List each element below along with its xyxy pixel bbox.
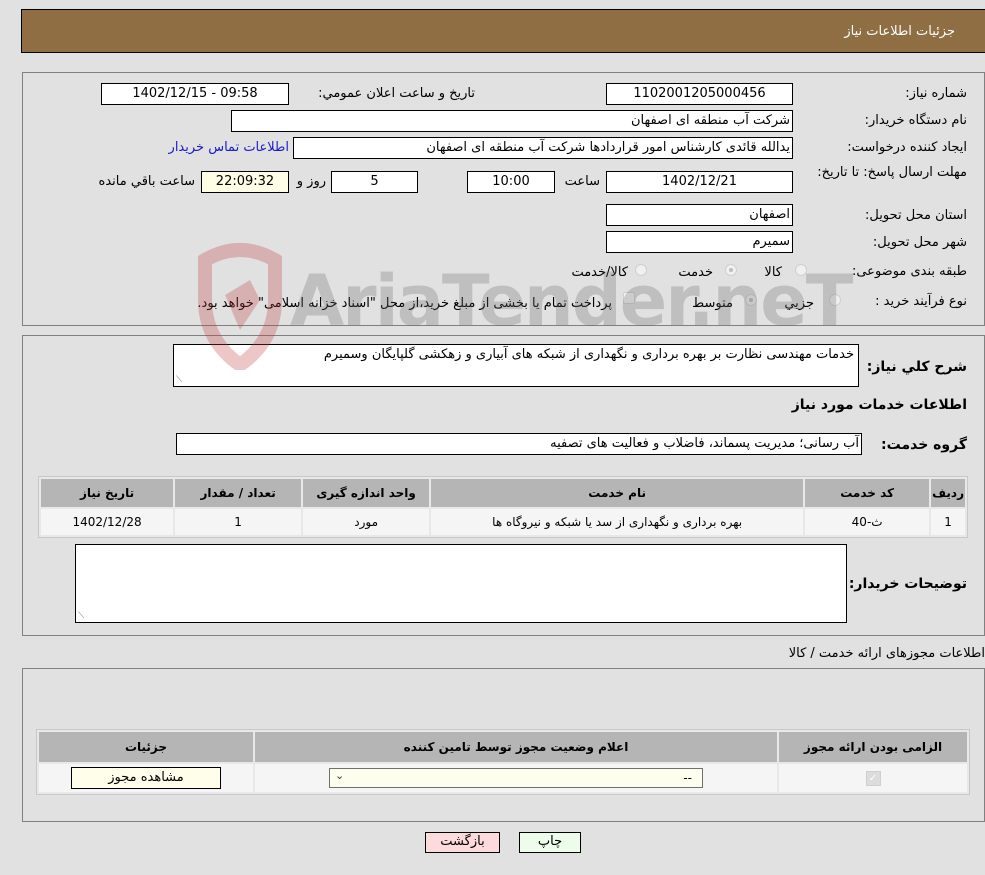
category-option-service: خدمت <box>678 265 713 280</box>
buyer-org-field: شرکت آب منطقه ای اصفهان <box>231 110 793 132</box>
col-unit: واحد اندازه گیری <box>303 479 430 507</box>
resize-grip-icon[interactable]: ⟋ <box>78 611 84 621</box>
process-label: نوع فرآیند خرید : <box>875 294 967 309</box>
need-number-label: شماره نیاز: <box>905 86 967 101</box>
view-permit-button[interactable]: مشاهده مجوز <box>71 767 221 789</box>
table-row: 1 ث-40 بهره برداری و نگهداری از سد یا شب… <box>41 509 965 535</box>
cell-unit: مورد <box>303 509 430 535</box>
time-label: ساعت <box>564 174 600 189</box>
page-title: جزئیات اطلاعات نیاز <box>844 24 955 39</box>
cell-permit-required: ✓ <box>779 764 967 792</box>
cell-quantity: 1 <box>175 509 302 535</box>
cell-permit-status: ⌄ -- <box>255 764 777 792</box>
deadline-time-field: 10:00 <box>467 171 555 193</box>
permit-required-checkbox: ✓ <box>865 771 881 786</box>
col-need-date: تاریخ نیاز <box>41 479 174 507</box>
remaining-time-label: ساعت باقي مانده <box>98 174 195 189</box>
need-number-field: 1102001205000456 <box>606 83 793 105</box>
services-table-header: ردیف کد خدمت نام خدمت واحد اندازه گیری ت… <box>41 479 965 507</box>
category-option-goods-service: کالا/خدمت <box>571 265 628 280</box>
services-heading: اطلاعات خدمات مورد نیاز <box>791 397 967 413</box>
deadline-label: مهلت ارسال پاسخ: تا تاریخ: <box>817 165 967 180</box>
requester-field: یدالله قائدی کارشناس امور قراردادها شرکت… <box>293 137 793 159</box>
category-option-goods: کالا <box>764 265 782 280</box>
category-radio-goods[interactable] <box>795 264 807 276</box>
permits-title: اطلاعات مجوزهای ارائه خدمت / کالا <box>788 646 985 661</box>
permit-status-select[interactable]: ⌄ -- <box>329 768 703 788</box>
service-group-field: آب رسانی؛ مدیریت پسماند، فاضلاب و فعالیت… <box>176 433 862 455</box>
category-radio-service[interactable] <box>725 264 737 276</box>
deadline-date-field: 1402/12/21 <box>606 171 793 193</box>
chevron-down-icon: ⌄ <box>335 769 345 782</box>
col-permit-status: اعلام وضعیت مجوز توسط تامین کننده <box>255 732 777 762</box>
buyer-org-label: نام دستگاه خریدار: <box>864 113 967 128</box>
permits-table-header: الزامی بودن ارائه مجوز اعلام وضعیت مجوز … <box>39 732 967 762</box>
cell-service-code: ث-40 <box>805 509 930 535</box>
permit-status-value: -- <box>683 771 692 785</box>
description-textarea[interactable]: خدمات مهندسی نظارت بر بهره برداری و نگهد… <box>173 344 859 387</box>
print-button[interactable]: چاپ <box>519 832 581 853</box>
cell-row-number: 1 <box>931 509 965 535</box>
announce-field: 1402/12/15 - 09:58 <box>101 83 289 105</box>
buyer-notes-textarea[interactable]: ⟋ <box>75 544 847 623</box>
process-option-medium: متوسط <box>692 296 733 311</box>
treasury-checkbox[interactable] <box>623 292 635 304</box>
buyer-contact-link[interactable]: اطلاعات تماس خریدار <box>169 140 289 155</box>
cell-service-name: بهره برداری و نگهداری از سد یا شبکه و نی… <box>431 509 804 535</box>
permits-table: الزامی بودن ارائه مجوز اعلام وضعیت مجوز … <box>36 729 970 795</box>
days-label: روز و <box>296 174 326 189</box>
col-permit-details: جزئیات <box>39 732 253 762</box>
process-radio-minor[interactable] <box>829 294 841 306</box>
col-service-code: کد خدمت <box>805 479 930 507</box>
treasury-note: پرداخت تمام یا بخشی از مبلغ خرید،از محل … <box>197 296 612 311</box>
services-table: ردیف کد خدمت نام خدمت واحد اندازه گیری ت… <box>38 476 968 538</box>
col-row-number: ردیف <box>931 479 965 507</box>
page-header: جزئیات اطلاعات نیاز <box>21 9 985 53</box>
back-button[interactable]: بازگشت <box>425 832 500 853</box>
cell-need-date: 1402/12/28 <box>41 509 174 535</box>
remaining-time-field: 22:09:32 <box>201 171 289 193</box>
city-field: سمیرم <box>606 231 793 253</box>
category-label: طبقه بندی موضوعی: <box>851 264 967 279</box>
buyer-notes-label: توضیحات خریدار: <box>848 576 967 592</box>
city-label: شهر محل تحویل: <box>872 235 967 250</box>
province-field: اصفهان <box>606 204 793 226</box>
table-row: ✓ ⌄ -- مشاهده مجوز <box>39 764 967 792</box>
requester-label: ایجاد کننده درخواست: <box>847 140 967 155</box>
description-label: شرح کلي نیاز: <box>866 359 967 375</box>
resize-grip-icon[interactable]: ⟋ <box>176 375 182 385</box>
days-remaining-field: 5 <box>331 171 418 193</box>
announce-label: تاریخ و ساعت اعلان عمومي: <box>318 86 475 101</box>
col-permit-required: الزامی بودن ارائه مجوز <box>779 732 967 762</box>
province-label: استان محل تحویل: <box>865 208 967 223</box>
process-option-minor: جزيي <box>784 296 814 311</box>
category-radio-goods-service[interactable] <box>635 264 647 276</box>
col-quantity: تعداد / مقدار <box>175 479 302 507</box>
service-group-label: گروه خدمت: <box>881 437 967 453</box>
cell-permit-details: مشاهده مجوز <box>39 764 253 792</box>
process-radio-medium[interactable] <box>745 294 757 306</box>
col-service-name: نام خدمت <box>431 479 804 507</box>
description-text: خدمات مهندسی نظارت بر بهره برداری و نگهد… <box>323 347 854 362</box>
